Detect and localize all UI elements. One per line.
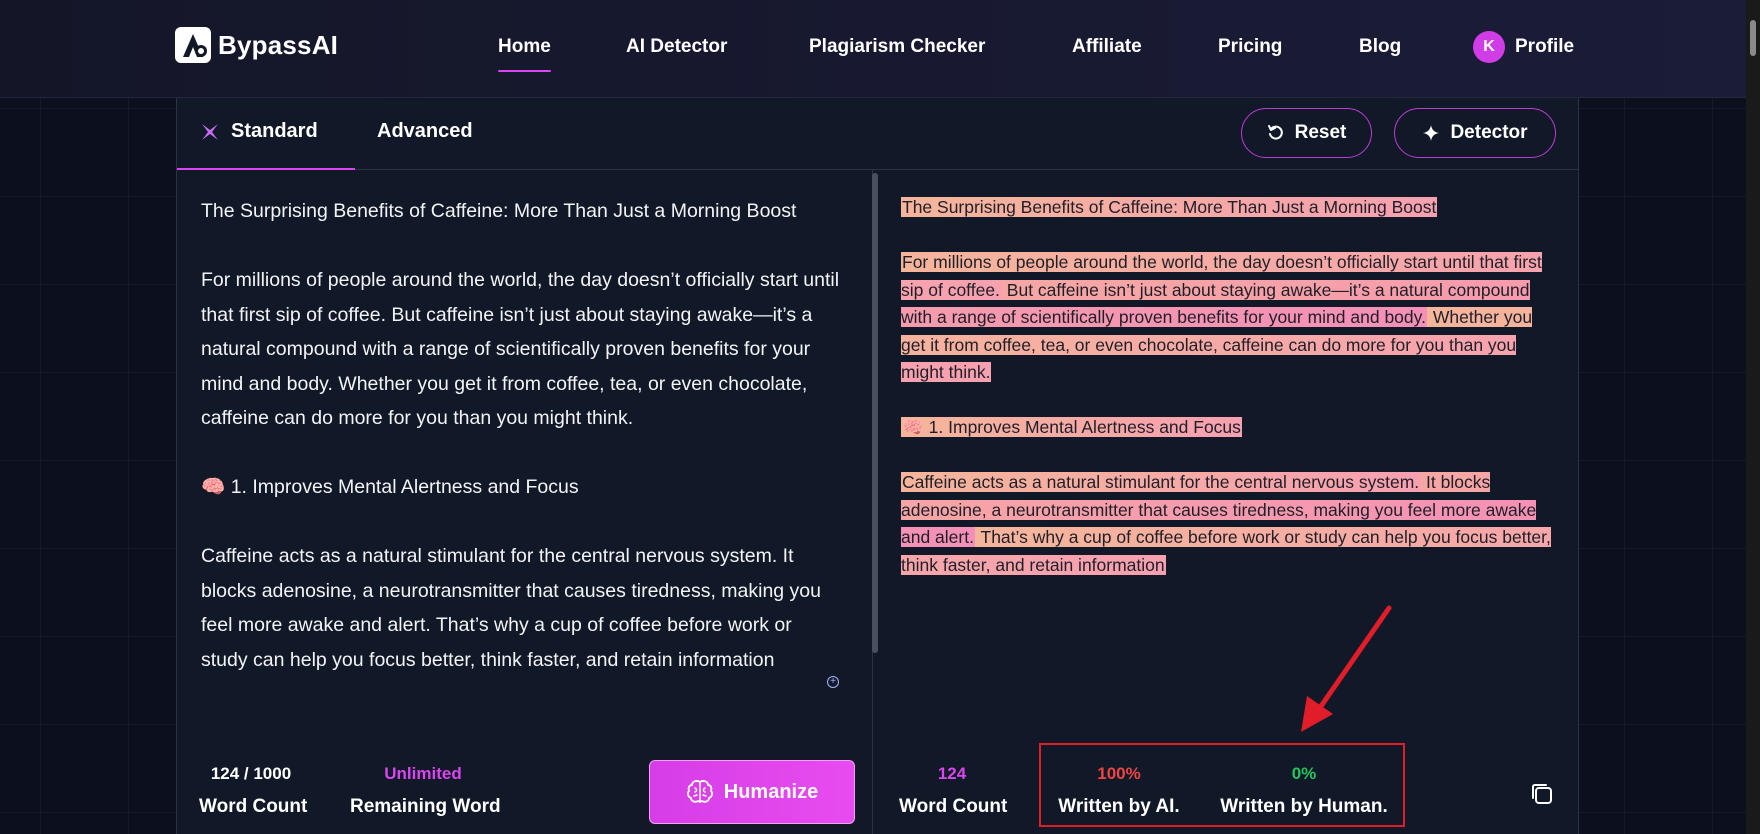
input-word-count: 124 / 1000 Word Count <box>199 764 308 818</box>
input-heading-1-text: 1. Improves Mental Alertness and Focus <box>230 476 579 498</box>
input-paragraph-1: For millions of people around the world,… <box>201 269 840 429</box>
highlighted-sentence: 🧠 1. Improves Mental Alertness and Focus <box>901 417 1242 437</box>
profile-label: Profile <box>1515 36 1575 57</box>
output-paragraph-1: For millions of people around the world,… <box>901 249 1561 387</box>
input-word-count-value: 124 / 1000 <box>210 764 292 783</box>
tab-standard[interactable]: Standard <box>199 120 318 143</box>
sparkle-icon <box>1423 125 1440 141</box>
output-heading-1: 🧠 1. Improves Mental Alertness and Focus <box>901 414 1561 442</box>
output-paragraph-2: Caffeine acts as a natural stimulant for… <box>901 469 1561 579</box>
active-tab-indicator <box>177 168 355 170</box>
output-word-count-label: Word Count <box>899 796 1008 817</box>
brand-name: BypassAI <box>218 29 339 60</box>
tab-standard-label: Standard <box>231 120 318 142</box>
tab-advanced-label: Advanced <box>377 120 473 142</box>
input-textarea[interactable]: The Surprising Benefits of Caffeine: Mor… <box>201 194 841 712</box>
remaining-words-label: Remaining Word <box>350 796 501 817</box>
output-word-count: 124 Word Count <box>899 764 1008 818</box>
detector-label: Detector <box>1450 122 1528 143</box>
logo[interactable]: BypassAI <box>174 26 338 64</box>
mode-tabs: Standard Advanced Reset Detector <box>177 98 1578 170</box>
nav-blog[interactable]: Blog <box>1359 36 1401 58</box>
avatar: K <box>1473 31 1505 63</box>
detector-button[interactable]: Detector <box>1394 108 1556 158</box>
page-scrollbar[interactable] <box>1746 0 1760 834</box>
annotation-arrow-icon <box>1301 605 1392 732</box>
output-word-count-value: 124 <box>937 764 967 783</box>
highlighted-sentence: Caffeine acts as a natural stimulant for… <box>901 472 1421 492</box>
brain-outline-icon <box>686 780 713 804</box>
brain-icon: 🧠 <box>201 476 226 498</box>
highlighted-sentence: The Surprising Benefits of Caffeine: Mor… <box>901 197 1438 217</box>
plus-circle-icon[interactable]: + <box>827 676 839 688</box>
humanize-button[interactable]: Humanize <box>649 760 855 824</box>
output-title: The Surprising Benefits of Caffeine: Mor… <box>901 194 1561 222</box>
input-paragraph-2: Caffeine acts as a natural stimulant for… <box>201 545 822 671</box>
brain-icon: 🧠 <box>902 417 924 437</box>
bypassai-logo-icon <box>175 27 211 63</box>
input-heading-1: 🧠 1. Improves Mental Alertness and Focus <box>201 470 841 505</box>
sparkle-x-icon <box>202 123 218 140</box>
nav-home[interactable]: Home <box>498 36 551 72</box>
reset-button[interactable]: Reset <box>1241 108 1372 158</box>
input-scrollbar[interactable] <box>872 173 878 653</box>
remaining-words: Unlimited Remaining Word <box>350 764 501 818</box>
reset-icon <box>1267 125 1283 140</box>
annotation-highlight-box <box>1039 743 1405 827</box>
copy-icon[interactable] <box>1528 780 1556 808</box>
top-navbar: BypassAI Home AI Detector Plagiarism Che… <box>0 0 1760 98</box>
output-heading-1-text: 1. Improves Mental Alertness and Focus <box>928 417 1241 437</box>
nav-ai-detector[interactable]: AI Detector <box>626 36 727 58</box>
page-scrollbar-thumb[interactable] <box>1750 20 1756 56</box>
remaining-words-value: Unlimited <box>384 764 462 783</box>
tab-advanced[interactable]: Advanced <box>377 120 473 143</box>
input-word-count-label: Word Count <box>199 796 308 817</box>
highlighted-sentence: That’s why a cup of coffee before work o… <box>901 527 1551 575</box>
input-title: The Surprising Benefits of Caffeine: Mor… <box>201 200 797 222</box>
output-panel: The Surprising Benefits of Caffeine: Mor… <box>901 194 1561 607</box>
nav-plagiarism-checker[interactable]: Plagiarism Checker <box>809 36 985 58</box>
reset-label: Reset <box>1294 122 1347 143</box>
profile-menu[interactable]: K Profile <box>1473 31 1574 63</box>
nav-pricing[interactable]: Pricing <box>1218 36 1282 58</box>
humanize-label: Humanize <box>723 780 819 803</box>
nav-affiliate[interactable]: Affiliate <box>1072 36 1142 58</box>
